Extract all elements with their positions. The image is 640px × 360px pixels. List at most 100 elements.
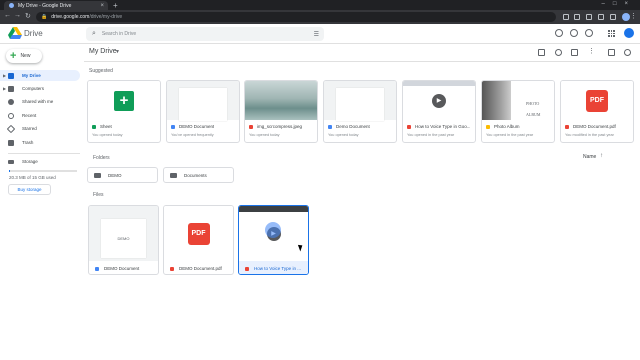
play-icon[interactable]: ▶ [432, 93, 446, 108]
sidebar-item-label: Trash [22, 140, 34, 145]
window-controls[interactable]: –□× [602, 1, 636, 7]
delete-icon[interactable] [571, 49, 578, 56]
files-heading: Files [93, 192, 104, 198]
video-file-icon [407, 124, 411, 129]
app-name[interactable]: Drive [24, 29, 43, 38]
sidebar-item-my-drive[interactable]: ▶ My Drive [0, 70, 80, 81]
profile-avatar[interactable] [622, 13, 630, 21]
sidebar-item-computers[interactable]: ▶ Computers [0, 83, 80, 94]
more-actions-icon[interactable]: ⋮ [588, 47, 595, 55]
search-bar[interactable]: ⌕ Search in Drive ☰ [86, 27, 324, 41]
extensions-icon[interactable] [598, 14, 604, 20]
sidepanel-icon[interactable] [610, 14, 616, 20]
activity-text: You opened today [328, 133, 359, 137]
sidebar-item-starred[interactable]: Starred [0, 123, 80, 134]
sheets-file-icon [92, 124, 96, 129]
video-frame-toolbar [403, 81, 475, 86]
share-person-icon[interactable] [538, 49, 545, 56]
document-page [336, 87, 384, 122]
suggested-card[interactable]: PDF DEMO Document.pdf You modified in th… [560, 80, 634, 143]
suggested-card[interactable]: + Sheet You opened today [87, 80, 161, 143]
docs-file-icon [328, 124, 332, 129]
back-icon[interactable]: ← [4, 12, 11, 19]
image-file-icon [249, 124, 253, 129]
activity-text: You opened today [92, 133, 123, 137]
details-info-icon[interactable] [624, 49, 631, 56]
install-icon[interactable] [563, 14, 569, 20]
document-page: DEMO [100, 219, 147, 258]
plus-icon: + [10, 49, 17, 62]
suggested-card[interactable]: Demo Document You opened today [323, 80, 397, 143]
activity-text: You opened today [249, 133, 280, 137]
share-icon[interactable] [574, 14, 580, 20]
suggested-card[interactable]: DEMO Document You've opened frequently [166, 80, 240, 143]
file-card[interactable]: DEMO DEMO Document [88, 205, 159, 275]
search-icon[interactable]: ⌕ [92, 30, 96, 38]
help-icon[interactable] [570, 29, 578, 37]
file-name: Photo Album [494, 124, 520, 129]
sidebar-divider [8, 153, 80, 154]
new-tab-button[interactable]: + [113, 1, 118, 10]
lock-icon: 🔒 [41, 14, 48, 20]
file-name: DEMO Document.pdf [573, 124, 616, 129]
storage-bar [9, 170, 77, 172]
browser-tab[interactable]: My Drive - Google Drive × [4, 1, 108, 10]
slides-file-icon [486, 124, 490, 129]
list-view-icon[interactable] [608, 49, 615, 56]
suggested-thumbnail [324, 81, 396, 122]
new-button[interactable]: + New [6, 49, 42, 63]
photo-album-thumbnail: PHOTO ALBUM [482, 81, 554, 120]
sidebar-item-label: Shared with me [22, 99, 54, 104]
sort-direction-icon[interactable]: ↑ [600, 153, 603, 159]
preview-eye-icon[interactable] [555, 49, 562, 56]
video-thumbnail: ▶ [239, 206, 308, 261]
header-divider [84, 61, 640, 62]
sidebar-item-label: Recent [22, 113, 37, 118]
google-apps-icon[interactable] [608, 30, 615, 37]
file-card[interactable]: PDF DEMO Document.pdf [163, 205, 234, 275]
account-avatar[interactable] [624, 28, 634, 38]
forward-icon[interactable]: → [14, 12, 21, 19]
search-options-icon[interactable]: ☰ [314, 31, 319, 38]
sidebar-item-trash[interactable]: Trash [0, 137, 80, 148]
sidebar-item-storage[interactable]: Storage [0, 156, 80, 167]
buy-storage-button[interactable]: Buy storage [8, 184, 51, 195]
star-icon [6, 124, 16, 133]
suggested-card[interactable]: img_scrcompress.jpeg You opened today [244, 80, 318, 143]
close-tab-icon[interactable]: × [100, 3, 104, 9]
sort-by-name[interactable]: Name [583, 154, 596, 160]
storage-usage-text: 20.3 MB of 15 GB used [9, 175, 56, 180]
drive-logo-icon[interactable] [8, 27, 22, 39]
chrome-menu-icon[interactable]: ⋮ [630, 12, 637, 20]
offline-status-icon[interactable] [555, 29, 563, 37]
file-name: DEMO Document [179, 124, 215, 129]
clock-icon [8, 112, 14, 119]
file-card-selected[interactable]: ▶ How to Voice Type in ... [238, 205, 309, 275]
folders-heading: Folders [93, 155, 110, 161]
suggested-card[interactable]: PHOTO ALBUM Photo Album You opened in th… [481, 80, 555, 143]
reload-icon[interactable]: ↻ [25, 12, 31, 20]
chevron-down-icon[interactable]: ▼ [115, 49, 120, 55]
suggested-card[interactable]: ▶ How to Voice Type in Goo... You opened… [402, 80, 476, 143]
pdf-file-icon [565, 124, 569, 129]
search-input[interactable]: Search in Drive [102, 31, 314, 37]
sidebar-item-shared[interactable]: Shared with me [0, 96, 80, 107]
folder-item[interactable]: Documents [163, 167, 234, 183]
file-name: Sheet [100, 124, 112, 129]
file-name: Demo Document [336, 124, 370, 129]
page-title[interactable]: My Drive [89, 48, 117, 55]
sidebar-item-recent[interactable]: Recent [0, 110, 80, 121]
address-bar[interactable]: 🔒 drive.google.com /drive/my-drive [36, 12, 556, 22]
mountain-image-thumbnail [245, 81, 317, 120]
file-thumbnail: PDF [164, 206, 233, 261]
folder-icon [170, 172, 177, 178]
folder-item[interactable]: DEMO [87, 167, 158, 183]
settings-gear-icon[interactable] [585, 29, 593, 37]
bookmark-star-icon[interactable] [586, 14, 592, 20]
pdf-file-icon [170, 266, 174, 271]
suggested-thumbnail: + [88, 81, 160, 120]
thumbnail-text: DEMO [117, 236, 130, 241]
sidebar-item-label: Starred [22, 126, 37, 131]
folder-name: Documents [184, 172, 207, 178]
my-drive-icon [8, 72, 14, 79]
